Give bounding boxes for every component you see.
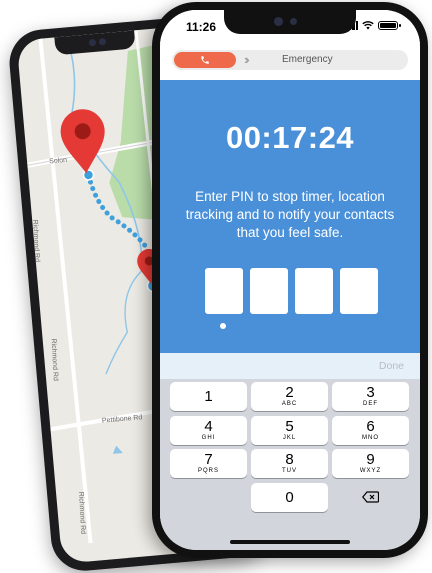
- delete-key[interactable]: [332, 483, 409, 512]
- pond: [112, 445, 123, 454]
- cursor-dot: [220, 323, 226, 329]
- stream: [105, 270, 143, 375]
- sensor-icon: [98, 37, 107, 46]
- call-tabs: ›› Emergency: [172, 50, 408, 70]
- pin-digit-box[interactable]: [205, 268, 243, 314]
- battery-icon: [378, 21, 401, 30]
- tab-call[interactable]: [174, 52, 236, 68]
- countdown-timer: 00:17:24: [225, 120, 355, 155]
- numeric-keyboard: Done 1 2 ABC 3 DEF 4 GHI 5 JKL 6 MNO 7 PQRS 8T…: [160, 353, 420, 550]
- key-6[interactable]: 6 MNO: [332, 415, 409, 445]
- key-7[interactable]: 7 PQRS: [170, 449, 247, 478]
- pin-phone: 11:26 ›› Emergency 00:17:24 Enter PIN to…: [152, 2, 428, 558]
- pin-input[interactable]: [205, 268, 378, 314]
- keyboard-toolbar: Done: [160, 353, 420, 379]
- key-0[interactable]: 0: [251, 482, 328, 512]
- timer-panel: 00:17:24 Enter PIN to stop timer, locati…: [160, 80, 420, 353]
- phone-icon: [201, 56, 209, 64]
- key-9[interactable]: 9 WXYZ: [332, 449, 409, 478]
- pin-digit-box[interactable]: [250, 268, 288, 314]
- tab-emergency[interactable]: Emergency: [282, 54, 333, 65]
- home-indicator[interactable]: [230, 540, 350, 544]
- pin-digit-box[interactable]: [295, 268, 333, 314]
- map-pin-icon[interactable]: [59, 107, 108, 175]
- camera-icon: [88, 38, 97, 47]
- pin-screen: 11:26 ›› Emergency 00:17:24 Enter PIN to…: [160, 10, 420, 550]
- wifi-icon: [362, 21, 374, 30]
- key-4[interactable]: 4 GHI: [170, 415, 247, 445]
- key-1[interactable]: 1: [170, 382, 247, 411]
- key-8[interactable]: 8 TUV: [251, 449, 328, 478]
- sensor-icon: [290, 18, 297, 25]
- done-button[interactable]: Done: [379, 360, 404, 372]
- backspace-icon: [362, 491, 379, 503]
- pin-instructions: Enter PIN to stop timer, location tracki…: [185, 189, 395, 240]
- route-start-dot: [82, 169, 95, 181]
- key-empty: [170, 483, 247, 512]
- key-2[interactable]: 2 ABC: [251, 382, 328, 411]
- key-3[interactable]: 3 DEF: [332, 382, 409, 411]
- status-time: 11:26: [186, 20, 217, 34]
- chevron-right-icon: ››: [244, 52, 249, 67]
- phone-notch: [224, 10, 356, 34]
- keypad-grid: 1 2 ABC 3 DEF 4 GHI 5 JKL 6 MNO 7 PQRS 8 TUV 9W…: [170, 382, 409, 512]
- camera-icon: [274, 17, 283, 26]
- key-5[interactable]: 5 JKL: [251, 415, 328, 445]
- pin-digit-box[interactable]: [340, 268, 378, 314]
